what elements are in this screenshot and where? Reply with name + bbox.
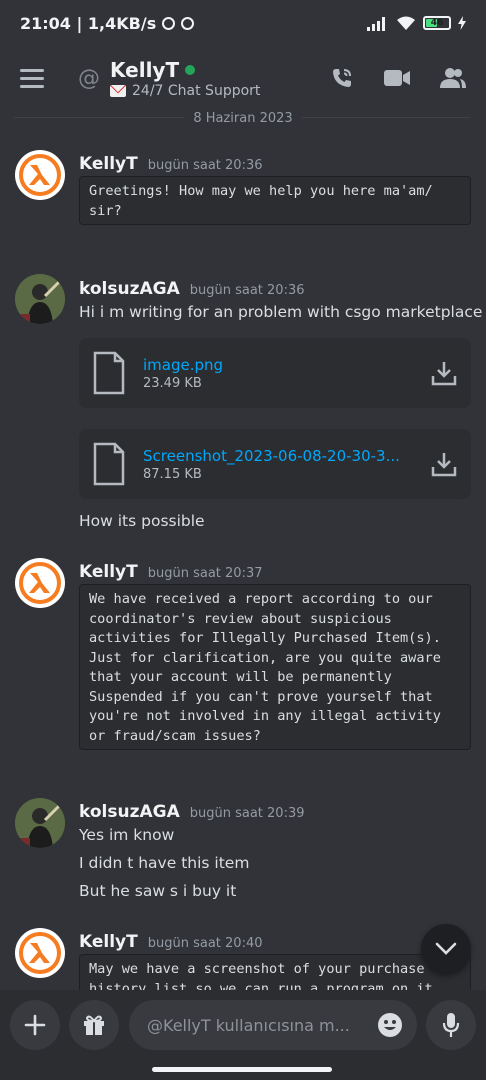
chat-header: @ KellyT 24/7 Chat Support (0, 46, 486, 110)
author-name[interactable]: KellyT (79, 932, 138, 952)
at-icon: @ (78, 65, 100, 91)
emoji-icon[interactable] (377, 1012, 403, 1038)
code-block: We have received a report according to o… (79, 584, 471, 750)
author-name[interactable]: KellyT (79, 154, 138, 174)
message-text: I didn t have this item (79, 854, 250, 872)
file-size: 87.15 KB (143, 466, 202, 482)
channel-title: KellyT (110, 57, 180, 82)
avatar[interactable] (15, 558, 65, 608)
timestamp: bugün saat 20:39 (189, 806, 305, 821)
message-text: How its possible (79, 512, 205, 530)
timestamp: bugün saat 20:40 (147, 936, 263, 951)
message-text: But he saw s i buy it (79, 882, 237, 900)
battery-icon: 46 (423, 16, 451, 30)
chevron-down-icon (435, 942, 457, 955)
status-time: 21:04 | 1,4KB/s (20, 13, 157, 33)
author-name[interactable]: kolsuzAGA (79, 802, 180, 822)
battery-level: 46 (430, 18, 444, 28)
avatar[interactable] (15, 798, 65, 848)
halflife-logo-icon (19, 154, 61, 196)
file-attachment[interactable]: Screenshot_2023-06-08-20-30-3... 87.15 K… (79, 429, 471, 499)
no-disturb-icon (181, 16, 195, 30)
user-photo-icon (15, 274, 65, 324)
channel-subtitle: 24/7 Chat Support (132, 82, 261, 99)
channel-title-block[interactable]: KellyT 24/7 Chat Support (110, 58, 260, 99)
message-text: Yes im know (79, 826, 175, 844)
home-indicator[interactable] (152, 1067, 332, 1072)
timestamp: bugün saat 20:36 (189, 283, 305, 298)
file-name[interactable]: image.png (143, 356, 418, 374)
download-icon[interactable] (431, 360, 457, 386)
members-icon[interactable] (440, 67, 466, 89)
charging-icon (458, 16, 466, 30)
user-photo-icon (15, 798, 65, 848)
halflife-logo-icon (19, 562, 61, 604)
file-size: 23.49 KB (143, 375, 202, 391)
date-divider-label: 8 Haziran 2023 (185, 110, 301, 126)
shazam-icon (162, 16, 176, 30)
gift-button[interactable] (69, 1000, 119, 1050)
add-attachment-button[interactable] (10, 1000, 60, 1050)
date-divider: 8 Haziran 2023 (0, 108, 486, 128)
menu-icon[interactable] (20, 68, 44, 88)
code-block: May we have a screenshot of your purchas… (79, 954, 471, 990)
file-icon (93, 442, 125, 486)
mic-icon (442, 1013, 460, 1037)
plus-icon (24, 1014, 46, 1036)
halflife-logo-icon (19, 932, 61, 974)
avatar[interactable] (15, 150, 65, 200)
wifi-icon (397, 16, 415, 30)
signal-icon (367, 17, 385, 31)
call-icon[interactable] (330, 66, 354, 90)
timestamp: bugün saat 20:36 (147, 158, 263, 173)
timestamp: bugün saat 20:37 (147, 566, 263, 581)
message-text: Hi i m writing for an problem with csgo … (79, 303, 483, 321)
avatar[interactable] (15, 928, 65, 978)
file-icon (93, 351, 125, 395)
message: KellyT bugün saat 20:40 May we have a sc… (0, 926, 486, 990)
message-input[interactable] (145, 1014, 377, 1036)
file-name[interactable]: Screenshot_2023-06-08-20-30-3... (143, 447, 418, 465)
author-name[interactable]: KellyT (79, 562, 138, 582)
status-bar: 21:04 | 1,4KB/s 46 (0, 0, 486, 46)
envelope-icon (110, 84, 126, 97)
voice-message-button[interactable] (426, 1000, 476, 1050)
online-status-icon (185, 64, 196, 75)
avatar[interactable] (15, 274, 65, 324)
message-input-container (129, 1000, 417, 1050)
video-icon[interactable] (384, 68, 410, 88)
scroll-to-bottom-button[interactable] (421, 924, 471, 974)
gift-icon (84, 1015, 104, 1035)
file-attachment[interactable]: image.png 23.49 KB (79, 338, 471, 408)
code-block: Greetings! How may we help you here ma'a… (79, 176, 471, 225)
author-name[interactable]: kolsuzAGA (79, 279, 180, 299)
download-icon[interactable] (431, 451, 457, 477)
